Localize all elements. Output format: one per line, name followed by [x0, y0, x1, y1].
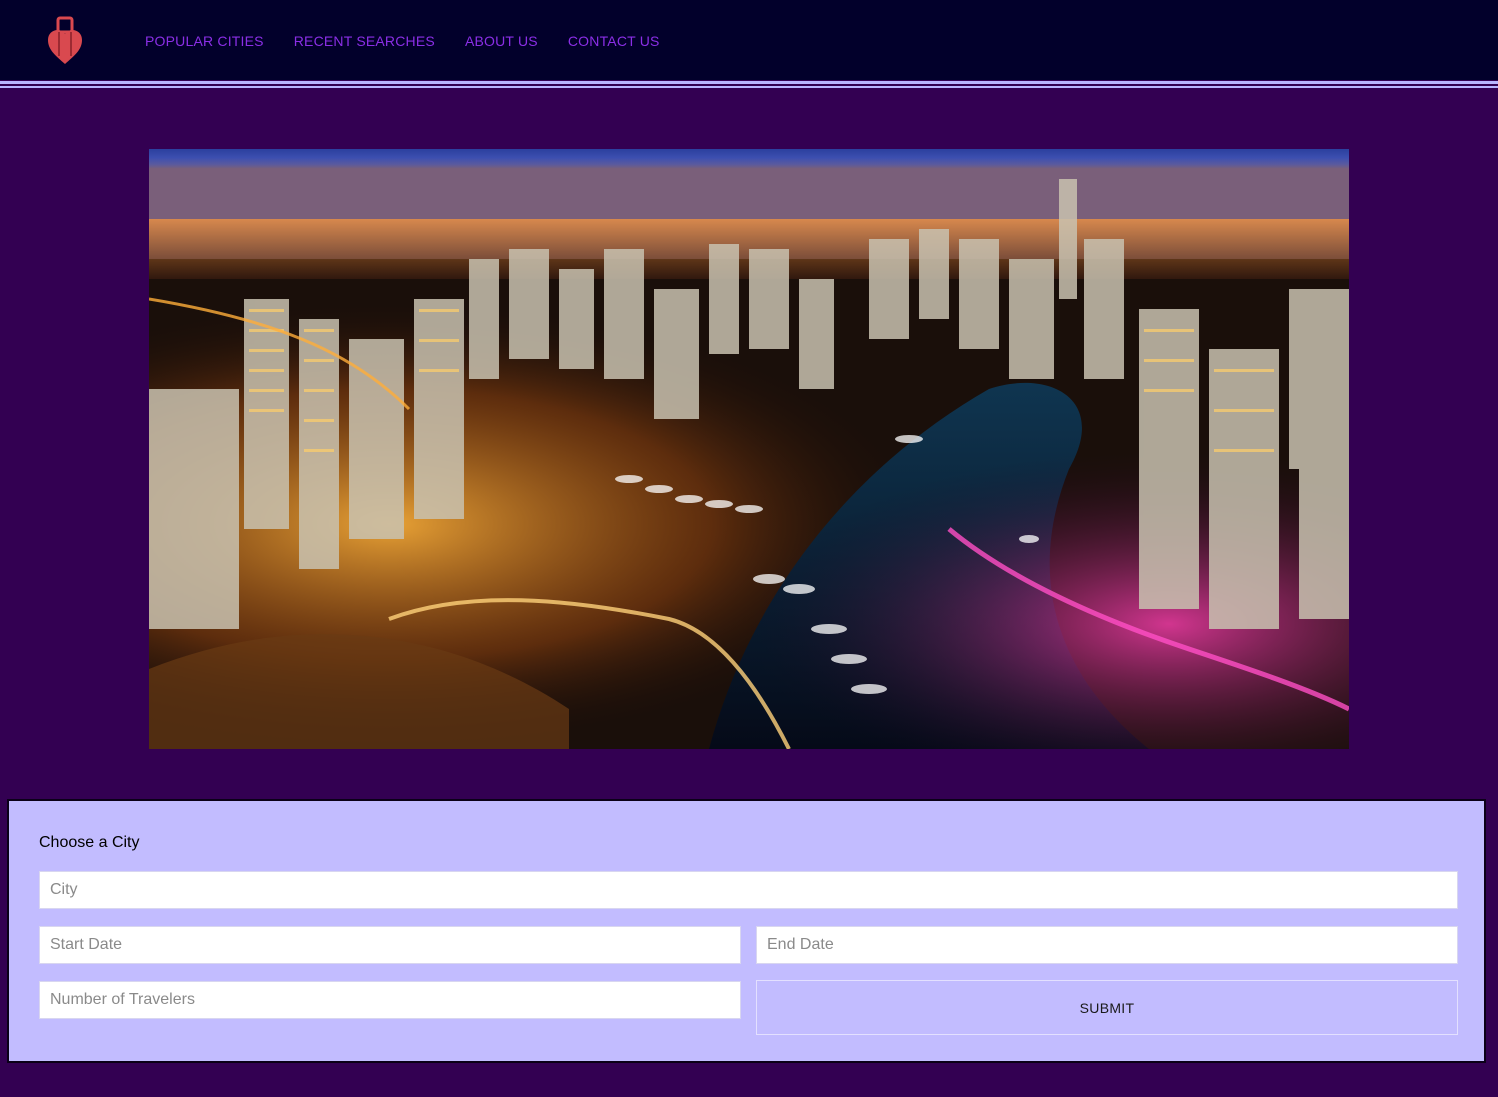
nav-item-about-us: ABOUT US — [465, 33, 538, 51]
end-date-input[interactable] — [756, 926, 1458, 964]
city-input[interactable] — [39, 871, 1458, 909]
start-date-input[interactable] — [39, 926, 741, 964]
city-night-skyline-image — [149, 149, 1349, 749]
nav-item-contact-us: CONTACT US — [568, 33, 660, 51]
top-navbar: POPULAR CITIES RECENT SEARCHES ABOUT US … — [0, 0, 1498, 80]
suitcase-logo-icon[interactable] — [46, 16, 84, 66]
nav-divider-top — [0, 81, 1498, 84]
submit-button[interactable]: SUBMIT — [756, 980, 1458, 1035]
travelers-input[interactable] — [39, 981, 741, 1019]
form-heading: Choose a City — [39, 834, 140, 851]
nav-link-popular-cities[interactable]: POPULAR CITIES — [145, 33, 264, 49]
nav-link-about-us[interactable]: ABOUT US — [465, 33, 538, 49]
nav-item-recent-searches: RECENT SEARCHES — [294, 33, 435, 51]
nav-divider-bottom — [0, 86, 1498, 88]
nav-item-popular-cities: POPULAR CITIES — [145, 33, 264, 51]
nav-links: POPULAR CITIES RECENT SEARCHES ABOUT US … — [145, 33, 660, 51]
hero-city-image — [149, 149, 1349, 749]
search-form-panel: Choose a City SUBMIT — [7, 799, 1486, 1063]
nav-link-contact-us[interactable]: CONTACT US — [568, 33, 660, 49]
nav-link-recent-searches[interactable]: RECENT SEARCHES — [294, 33, 435, 49]
